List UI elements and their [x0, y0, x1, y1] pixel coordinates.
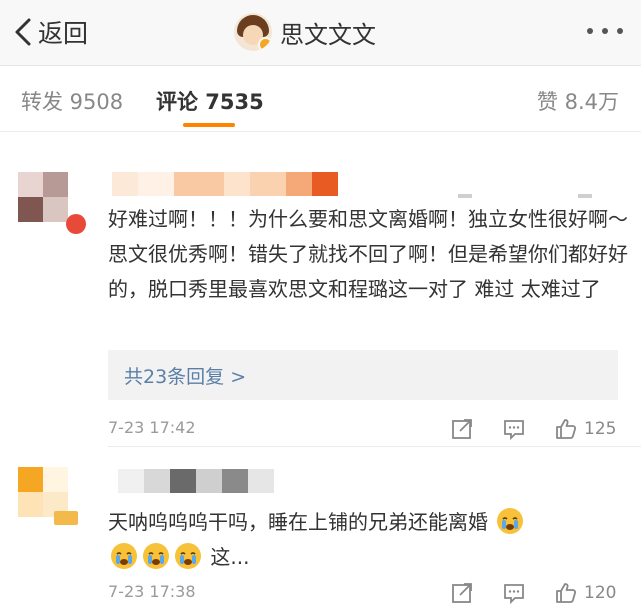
comment-icon: [504, 584, 524, 605]
replies-label: 共23条回复 >: [124, 366, 247, 388]
commenter-name[interactable]: [118, 469, 274, 493]
more-dots-icon[interactable]: [587, 26, 623, 36]
like-count: 120: [584, 583, 617, 603]
comment-text-body: 天呐呜呜呜干吗，睡在上铺的兄弟还能离婚: [108, 510, 488, 534]
crying-face-icon: [143, 543, 169, 569]
comment-meta: 7-23 17:42 125: [108, 414, 628, 444]
comment-text-tail: 这...: [210, 545, 250, 569]
reply-button[interactable]: [502, 578, 526, 608]
verified-badge-icon: [258, 37, 272, 51]
share-button[interactable]: [450, 578, 474, 608]
reply-button[interactable]: [502, 414, 526, 444]
tab-comments[interactable]: 评论 7535: [156, 86, 264, 116]
like-count: 125: [584, 419, 617, 439]
crying-face-icon: [497, 508, 524, 534]
replies-link[interactable]: 共23条回复 >: [108, 350, 618, 400]
crying-face-icon: [111, 543, 137, 569]
nav-header: 返回 思文文文: [0, 0, 641, 66]
tab-reposts[interactable]: 转发 9508: [21, 86, 123, 116]
crying-face-icon: [175, 543, 201, 569]
comment-time: 7-23 17:38: [108, 582, 196, 601]
like-button[interactable]: 120: [554, 578, 616, 608]
tab-bar: 转发 9508 评论 7535 赞 8.4万: [0, 66, 641, 198]
back-label: 返回: [38, 19, 89, 48]
share-icon: [452, 419, 472, 439]
commenter-avatar[interactable]: [18, 467, 68, 517]
share-button[interactable]: [450, 414, 474, 444]
member-badge-icon: [54, 511, 78, 525]
page-title-group: 思文文文: [234, 12, 376, 52]
commenter-avatar[interactable]: [18, 172, 68, 222]
chevron-left-icon: [15, 18, 31, 46]
member-badge-icon: [66, 214, 86, 234]
thumbs-up-icon: [556, 583, 577, 603]
comment-meta: 7-23 17:38 120: [108, 578, 628, 608]
comment-icon: [504, 420, 524, 441]
thumbs-up-icon: [556, 419, 577, 439]
comment-item: 好难过啊！！！为什么要和思文离婚啊！独立女性很好啊～思文很优秀啊！错失了就找不回…: [0, 132, 641, 447]
tab-likes[interactable]: 赞 8.4万: [537, 86, 619, 116]
comment-item: 天呐呜呜呜干吗，睡在上铺的兄弟还能离婚 这... 7-23 17:38 120: [0, 447, 641, 610]
page-title: 思文文文: [280, 20, 376, 49]
comment-text: 天呐呜呜呜干吗，睡在上铺的兄弟还能离婚 这...: [108, 505, 628, 575]
like-button[interactable]: 125: [554, 414, 616, 444]
comment-time: 7-23 17:42: [108, 418, 196, 437]
active-tab-indicator: [183, 123, 235, 127]
commenter-name[interactable]: [112, 172, 338, 196]
comment-text: 好难过啊！！！为什么要和思文离婚啊！独立女性很好啊～思文很优秀啊！错失了就找不回…: [108, 207, 628, 301]
back-button[interactable]: 返回: [14, 14, 88, 50]
share-icon: [452, 583, 472, 603]
avatar[interactable]: [234, 13, 272, 51]
